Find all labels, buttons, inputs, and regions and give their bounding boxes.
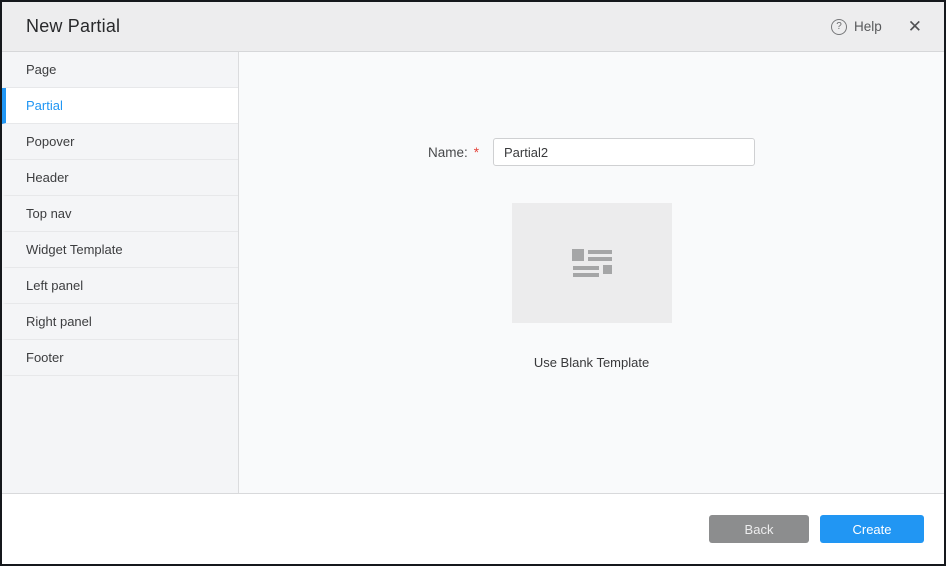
help-button[interactable]: ? Help xyxy=(831,19,882,35)
new-partial-dialog: New Partial ? Help ✕ Page Partial Popove… xyxy=(0,0,946,566)
dialog-footer: Back Create xyxy=(2,493,944,564)
blank-template-thumbnail[interactable] xyxy=(512,203,672,323)
sidebar-item-footer[interactable]: Footer xyxy=(2,340,238,376)
main-panel: Name: * Use Blank Template xyxy=(239,52,944,493)
sidebar-item-header[interactable]: Header xyxy=(2,160,238,196)
sidebar-item-top-nav[interactable]: Top nav xyxy=(2,196,238,232)
help-question-icon: ? xyxy=(831,19,847,35)
sidebar-item-right-panel[interactable]: Right panel xyxy=(2,304,238,340)
close-icon[interactable]: ✕ xyxy=(908,18,922,35)
use-blank-template-label[interactable]: Use Blank Template xyxy=(534,355,649,370)
sidebar-item-left-panel[interactable]: Left panel xyxy=(2,268,238,304)
sidebar-item-partial[interactable]: Partial xyxy=(2,88,238,124)
blank-template-card[interactable]: Use Blank Template xyxy=(512,203,672,370)
name-field-row: Name: * xyxy=(428,138,755,166)
sidebar-item-widget-template[interactable]: Widget Template xyxy=(2,232,238,268)
name-input[interactable] xyxy=(493,138,755,166)
dialog-header: New Partial ? Help ✕ xyxy=(2,2,944,52)
page-title: New Partial xyxy=(26,16,120,37)
create-button[interactable]: Create xyxy=(820,515,924,543)
sidebar-item-page[interactable]: Page xyxy=(2,52,238,88)
blank-layout-icon xyxy=(572,249,612,277)
help-label: Help xyxy=(854,19,882,34)
required-asterisk: * xyxy=(474,145,479,160)
sidebar-item-popover[interactable]: Popover xyxy=(2,124,238,160)
dialog-body: Page Partial Popover Header Top nav Widg… xyxy=(2,52,944,493)
component-type-sidebar: Page Partial Popover Header Top nav Widg… xyxy=(2,52,239,493)
back-button[interactable]: Back xyxy=(709,515,809,543)
name-label: Name: xyxy=(428,145,468,160)
